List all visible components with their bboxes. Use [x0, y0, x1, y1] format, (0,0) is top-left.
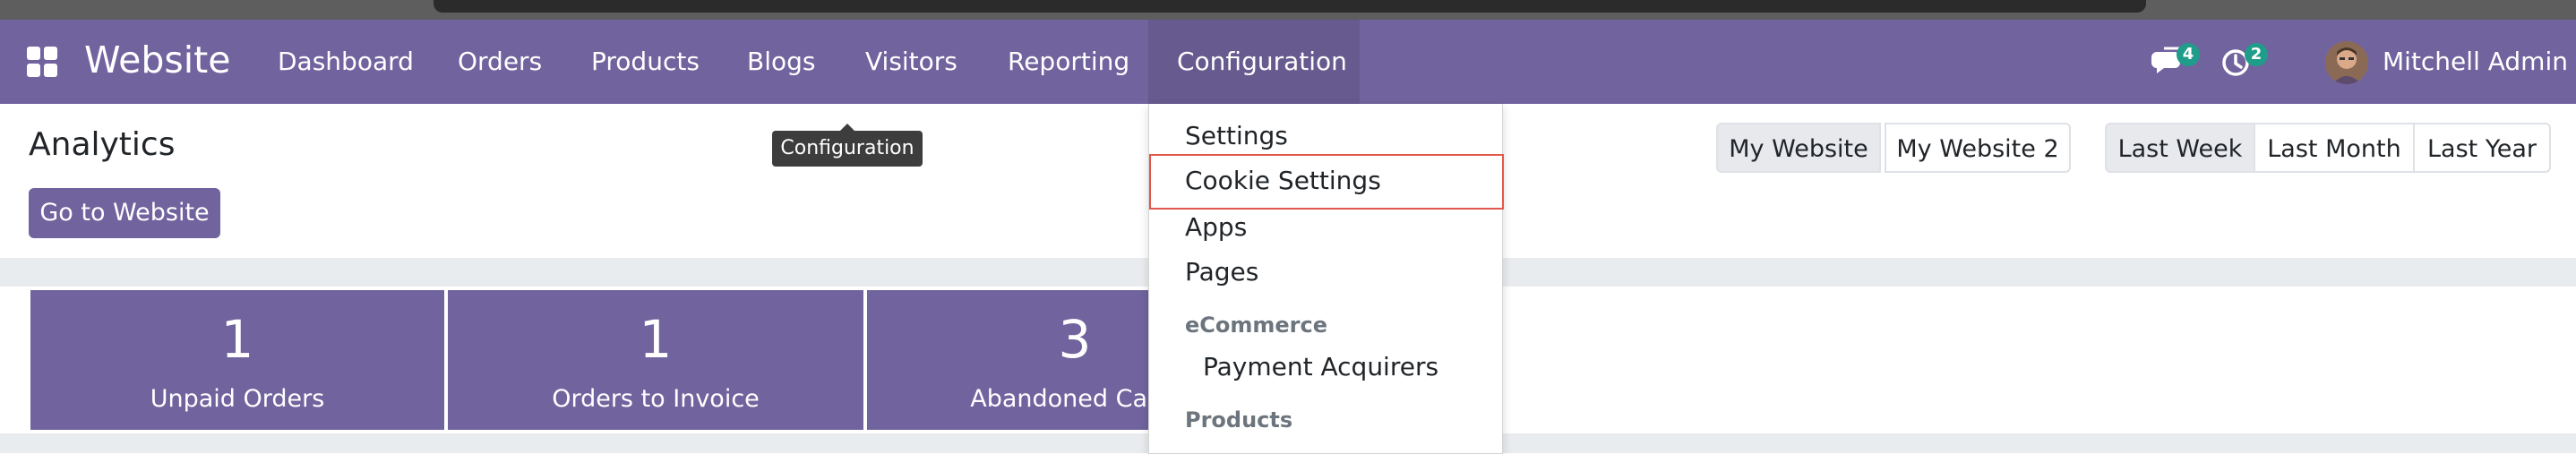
menu-item-pages[interactable]: Pages — [1185, 254, 1258, 290]
nav-configuration[interactable]: Configuration — [1148, 20, 1360, 104]
menu-item-apps[interactable]: Apps — [1185, 210, 1247, 245]
nav-orders[interactable]: Orders — [458, 20, 542, 104]
app-brand[interactable]: Website — [84, 38, 230, 82]
nav-visitors[interactable]: Visitors — [865, 20, 957, 104]
browser-address-bar[interactable] — [434, 0, 2146, 13]
go-to-website-button[interactable]: Go to Website — [29, 188, 220, 238]
menu-item-payment-acquirers[interactable]: Payment Acquirers — [1203, 349, 1438, 385]
messages-badge: 4 — [2177, 43, 2200, 66]
stat-card-orders-to-invoice[interactable]: 1 Orders to Invoice — [448, 290, 863, 430]
nav-blogs[interactable]: Blogs — [747, 20, 815, 104]
website-filter-my-website-2[interactable]: My Website 2 — [1885, 123, 2071, 173]
tooltip: Configuration — [772, 124, 923, 167]
user-menu[interactable]: Mitchell Admin — [2383, 20, 2568, 104]
stat-card-unpaid-orders[interactable]: 1 Unpaid Orders — [30, 290, 444, 430]
period-filter-last-week[interactable]: Last Week — [2105, 123, 2255, 173]
website-filter-my-website[interactable]: My Website — [1716, 123, 1881, 173]
menu-section-ecommerce: eCommerce — [1185, 313, 1328, 338]
stat-value: 1 — [220, 309, 254, 370]
browser-chrome — [0, 0, 2576, 20]
top-navbar: Website Dashboard Orders Products Blogs … — [0, 20, 2576, 104]
nav-products[interactable]: Products — [591, 20, 700, 104]
page-title: Analytics — [29, 126, 176, 163]
apps-menu-icon[interactable] — [27, 47, 57, 77]
menu-section-products: Products — [1185, 407, 1293, 433]
stat-label: Orders to Invoice — [552, 385, 760, 413]
nav-reporting[interactable]: Reporting — [1008, 20, 1129, 104]
stat-value: 1 — [639, 309, 673, 370]
activities-badge: 2 — [2245, 43, 2268, 66]
period-filter-last-year[interactable]: Last Year — [2413, 123, 2551, 173]
nav-dashboard[interactable]: Dashboard — [278, 20, 414, 104]
stat-label: Unpaid Orders — [150, 385, 325, 413]
menu-item-settings[interactable]: Settings — [1185, 118, 1288, 154]
period-filter-last-month[interactable]: Last Month — [2254, 123, 2415, 173]
user-avatar[interactable] — [2325, 41, 2368, 84]
cookie-settings-highlight — [1149, 154, 1504, 210]
